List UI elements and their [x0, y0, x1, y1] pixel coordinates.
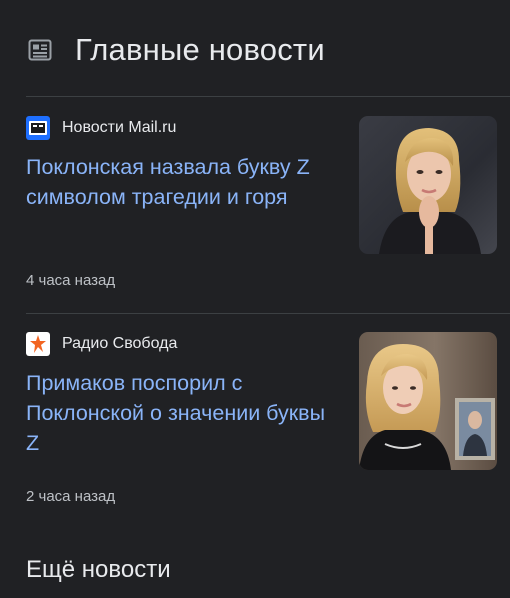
newspaper-icon	[28, 39, 52, 61]
woman-portrait-thumbnail[interactable]	[359, 116, 497, 254]
divider	[26, 96, 510, 97]
woman-with-portrait-background-thumbnail[interactable]	[359, 332, 497, 470]
radio-svoboda-icon	[26, 332, 50, 356]
article-time: 4 часа назад	[26, 272, 116, 289]
source-name: Радио Свобода	[62, 335, 178, 352]
article-headline[interactable]: Поклонская назвала букву Z символом траг…	[26, 152, 344, 212]
top-stories-header: Главные новости	[0, 0, 510, 96]
top-stories-panel: Главные новости Новости Mail.ru Поклонск…	[0, 0, 510, 598]
more-news-link[interactable]: Ещё новости	[26, 556, 171, 584]
divider	[26, 313, 510, 314]
news-card[interactable]: Новости Mail.ru Поклонская назвала букву…	[0, 116, 510, 312]
mailru-news-icon	[26, 116, 50, 140]
article-time: 2 часа назад	[26, 488, 116, 505]
source-row: Радио Свобода	[26, 332, 177, 356]
source-row: Новости Mail.ru	[26, 116, 176, 140]
article-headline[interactable]: Примаков поспорил с Поклонской о значени…	[26, 368, 344, 458]
section-title: Главные новости	[75, 32, 325, 67]
source-name: Новости Mail.ru	[62, 119, 177, 136]
news-card[interactable]: Радио Свобода Примаков поспорил с Поклон…	[0, 332, 510, 522]
